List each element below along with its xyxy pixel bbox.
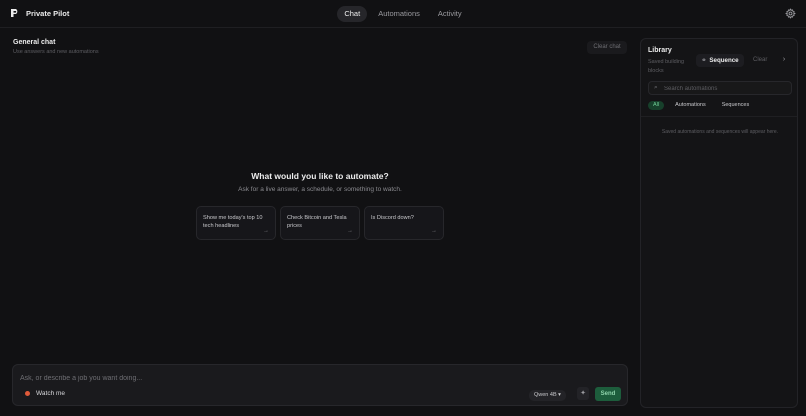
empty-state-subtitle: Ask for a live answer, a schedule, or so… — [238, 186, 402, 193]
suggestion-card-headlines[interactable]: Show me today's top 10 tech headlines → — [196, 206, 276, 240]
filter-automations[interactable]: Automations — [670, 101, 711, 110]
tab-activity[interactable]: Activity — [431, 6, 469, 22]
chat-input[interactable] — [20, 371, 620, 385]
suggestion-card-discord[interactable]: Is Discord down? → — [364, 206, 444, 240]
library-filters: All Automations Sequences — [648, 101, 754, 110]
sequence-button[interactable]: ⚭ Sequence — [696, 54, 744, 67]
library-search: ⌕ — [648, 81, 792, 95]
watch-me-label: Watch me — [36, 390, 66, 397]
arrow-right-icon: → — [263, 228, 269, 234]
filter-sequences[interactable]: Sequences — [717, 101, 755, 110]
library-title: Library — [648, 47, 672, 54]
record-dot-icon — [25, 391, 30, 396]
arrow-right-icon: → — [431, 228, 437, 234]
tab-chat[interactable]: Chat — [337, 6, 368, 22]
main-nav: Chat Automations Activity — [0, 6, 806, 22]
chat-title: General chat — [13, 39, 56, 46]
tab-automations[interactable]: Automations — [371, 6, 427, 22]
library-clear-button[interactable]: Clear — [753, 57, 767, 63]
arrow-right-icon: → — [347, 228, 353, 234]
clear-chat-button[interactable]: Clear chat — [587, 41, 627, 54]
library-search-input[interactable] — [664, 84, 784, 93]
library-panel: Library Saved building blocks ⚭ Sequence … — [640, 38, 798, 408]
suggestion-text: Is Discord down? — [371, 215, 414, 221]
send-button[interactable]: Send — [595, 387, 621, 401]
sequence-label: Sequence — [709, 57, 739, 64]
suggestion-card-prices[interactable]: Check Bitcoin and Tesla prices → — [280, 206, 360, 240]
divider — [641, 116, 797, 117]
chevron-right-icon[interactable]: › — [777, 53, 791, 67]
gear-icon[interactable] — [785, 8, 796, 19]
composer: Watch me Qwen 4B ▾ ✦ Send — [12, 364, 628, 406]
library-subtitle: Saved building blocks — [648, 59, 685, 74]
filter-all[interactable]: All — [648, 101, 665, 110]
library-empty-state: Saved automations and sequences will app… — [661, 129, 779, 135]
link-icon: ⚭ — [701, 58, 707, 64]
suggestion-text: Check Bitcoin and Tesla prices — [287, 215, 347, 229]
sparkle-icon[interactable]: ✦ — [577, 387, 589, 400]
model-select[interactable]: Qwen 4B ▾ — [529, 390, 566, 401]
chat-subtitle: Use answers and new automations — [13, 49, 99, 55]
empty-state-title: What would you like to automate? — [251, 171, 389, 181]
top-bar: Private Pilot Chat Automations Activity — [0, 0, 806, 28]
suggestion-text: Show me today's top 10 tech headlines — [203, 215, 263, 229]
watch-me-button[interactable]: Watch me — [25, 390, 65, 397]
search-icon: ⌕ — [654, 84, 658, 91]
